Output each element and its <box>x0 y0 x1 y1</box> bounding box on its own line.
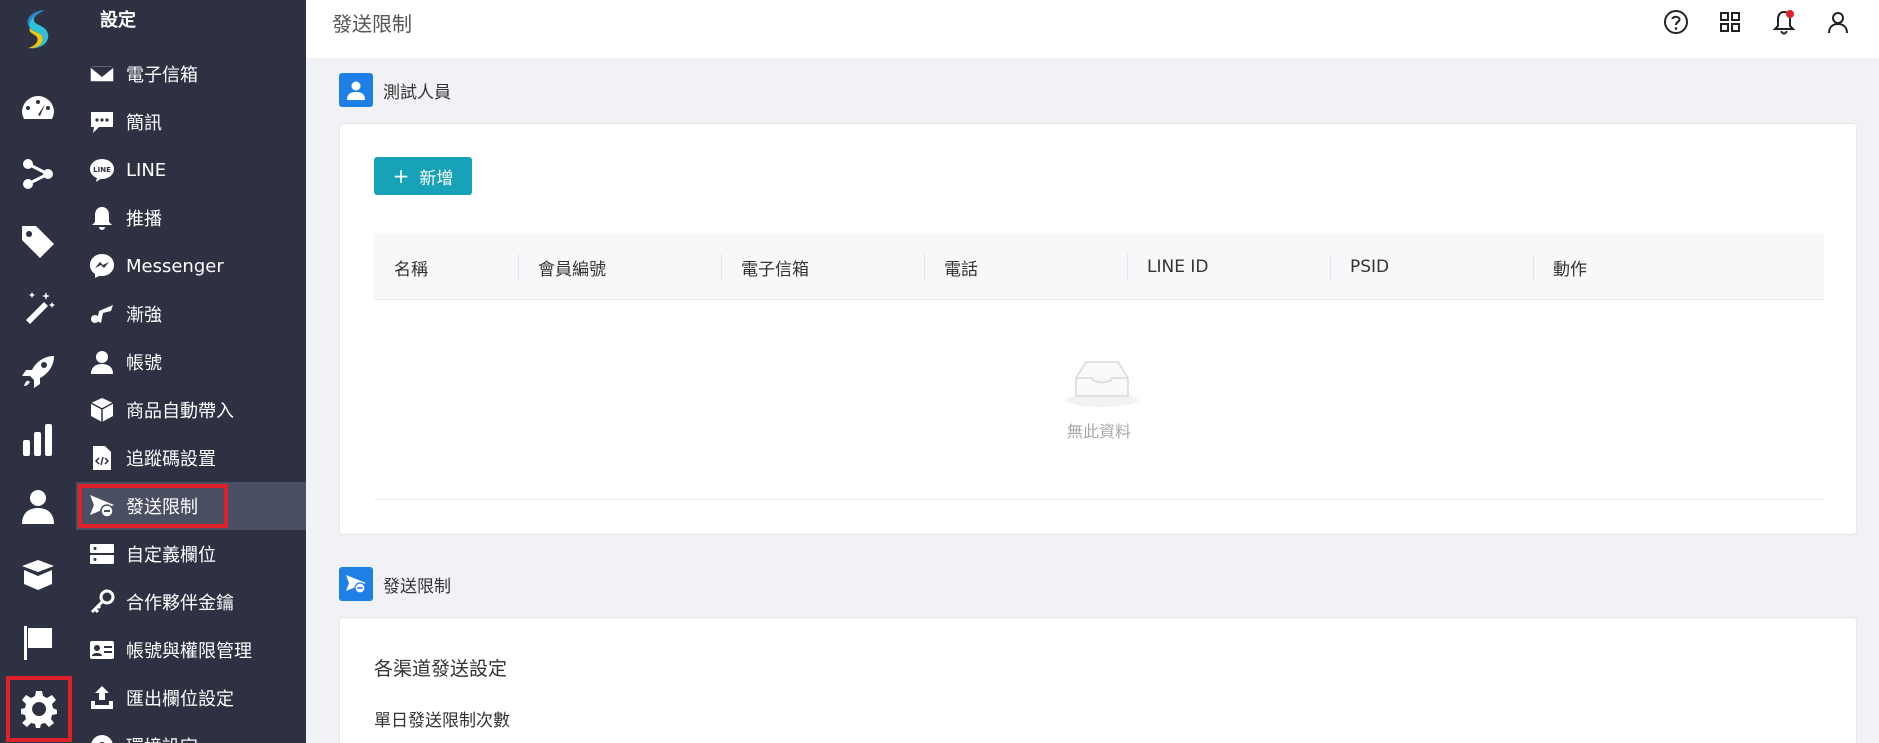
column-header-line-id[interactable]: LINE ID <box>1147 234 1208 300</box>
column-header-name[interactable]: 名稱 <box>394 234 428 300</box>
add-button-label: 新增 <box>419 168 454 189</box>
menu-item-permissions[interactable]: 帳號與權限管理 <box>76 626 306 674</box>
menu-item-send-limit[interactable]: 發送限制 <box>76 482 306 530</box>
menu-item-label: 簡訊 <box>126 113 162 134</box>
key-icon <box>88 588 116 616</box>
plus-icon: + <box>392 164 410 188</box>
menu-title: 設定 <box>100 10 136 31</box>
icon-rail <box>0 0 76 743</box>
empty-inbox-icon <box>1066 361 1138 407</box>
column-divider <box>518 254 519 280</box>
menu-item-label: 自定義欄位 <box>126 545 216 566</box>
testers-card: + 新增 名稱 會員編號 電子信箱 電話 LINE ID PSID 動作 無此資… <box>339 123 1857 535</box>
menu-item-label: 帳號與權限管理 <box>126 641 252 662</box>
menu-item-label: Messenger <box>126 255 224 277</box>
menu-item-messenger[interactable]: Messenger <box>76 242 306 290</box>
account-icon[interactable] <box>1822 6 1854 38</box>
page-title: 發送限制 <box>332 12 412 36</box>
menu-item-custom-fields[interactable]: 自定義欄位 <box>76 530 306 578</box>
notification-dot <box>1786 10 1794 18</box>
column-divider <box>721 254 722 280</box>
add-button[interactable]: + 新增 <box>374 157 472 195</box>
menu-item-push[interactable]: 推播 <box>76 194 306 242</box>
bell-icon <box>88 204 116 232</box>
chat-bubble-icon <box>88 108 116 136</box>
column-divider <box>1127 254 1128 280</box>
channel-settings-title: 各渠道發送設定 <box>374 658 508 680</box>
menu-item-partner-key[interactable]: 合作夥伴金鑰 <box>76 578 306 626</box>
menu-item-label: LINE <box>126 159 167 181</box>
menu-item-label: 追蹤碼設置 <box>126 449 216 470</box>
logo-icon[interactable] <box>18 6 56 52</box>
menu-item-label: 電子信箱 <box>126 65 198 86</box>
column-header-psid[interactable]: PSID <box>1350 234 1389 300</box>
menu-item-environment[interactable]: 環境設定 <box>76 722 306 743</box>
bar-chart-icon[interactable] <box>0 408 76 472</box>
notification-bell-icon[interactable] <box>1768 6 1800 38</box>
column-header-email[interactable]: 電子信箱 <box>741 234 809 300</box>
menu-item-tracking-code[interactable]: 追蹤碼設置 <box>76 434 306 482</box>
limits-section-header: 發送限制 <box>339 567 451 601</box>
apps-grid-icon[interactable] <box>1714 6 1746 38</box>
menu-item-label: 匯出欄位設定 <box>126 689 234 710</box>
empty-state: 無此資料 <box>374 300 1824 500</box>
menu-item-line[interactable]: LINE LINE <box>76 146 306 194</box>
messenger-icon <box>88 252 116 280</box>
menu-item-export-fields[interactable]: 匯出欄位設定 <box>76 674 306 722</box>
daily-limit-label: 單日發送限制次數 <box>374 711 510 731</box>
settings-menu: 設定 電子信箱 簡訊 LINE LINE 推播 Messenger 漸強 帳號 … <box>76 0 306 743</box>
section-title: 測試人員 <box>383 82 451 103</box>
help-icon[interactable] <box>1660 6 1692 38</box>
menu-item-email[interactable]: 電子信箱 <box>76 50 306 98</box>
magic-wand-icon[interactable] <box>0 274 76 338</box>
column-divider <box>1330 254 1331 280</box>
menu-item-label: 環境設定 <box>126 733 198 743</box>
send-limit-icon <box>339 567 373 601</box>
box-icon <box>88 396 116 424</box>
limits-card: 各渠道發送設定 單日發送限制次數 <box>339 617 1857 743</box>
selection-highlight <box>78 484 228 528</box>
menu-item-label: 帳號 <box>126 353 162 374</box>
person-icon[interactable] <box>0 474 76 538</box>
menu-item-label: 推播 <box>126 209 162 230</box>
table-header: 名稱 會員編號 電子信箱 電話 LINE ID PSID 動作 <box>374 234 1824 300</box>
column-header-actions[interactable]: 動作 <box>1553 234 1587 300</box>
menu-item-label: 合作夥伴金鑰 <box>126 593 234 614</box>
export-icon <box>88 684 116 712</box>
line-icon: LINE <box>88 156 116 184</box>
share-icon[interactable] <box>0 142 76 206</box>
svg-text:LINE: LINE <box>93 166 111 174</box>
user-icon <box>88 348 116 376</box>
menu-item-product-import[interactable]: 商品自動帶入 <box>76 386 306 434</box>
person-icon <box>339 73 373 107</box>
brand-icon <box>88 300 116 328</box>
top-header: 發送限制 <box>306 0 1879 58</box>
empty-text: 無此資料 <box>1066 422 1131 441</box>
envelope-icon <box>88 60 116 88</box>
menu-item-account[interactable]: 帳號 <box>76 338 306 386</box>
menu-item-brand[interactable]: 漸強 <box>76 290 306 338</box>
menu-item-label: 漸強 <box>126 305 162 326</box>
column-divider <box>1533 254 1534 280</box>
column-divider <box>924 254 925 280</box>
column-header-phone[interactable]: 電話 <box>944 234 978 300</box>
gear-icon <box>88 732 116 743</box>
open-box-icon[interactable] <box>0 542 76 606</box>
server-icon <box>88 540 116 568</box>
code-file-icon <box>88 444 116 472</box>
flag-icon[interactable] <box>0 610 76 674</box>
rocket-icon[interactable] <box>0 340 76 404</box>
column-header-member-id[interactable]: 會員編號 <box>538 234 606 300</box>
menu-item-sms[interactable]: 簡訊 <box>76 98 306 146</box>
tag-icon[interactable] <box>0 208 76 272</box>
testers-section-header: 測試人員 <box>339 73 451 107</box>
dashboard-icon[interactable] <box>0 76 76 140</box>
menu-item-label: 商品自動帶入 <box>126 401 234 422</box>
id-card-icon <box>88 636 116 664</box>
gear-icon[interactable] <box>6 676 72 742</box>
section-title: 發送限制 <box>383 576 451 597</box>
